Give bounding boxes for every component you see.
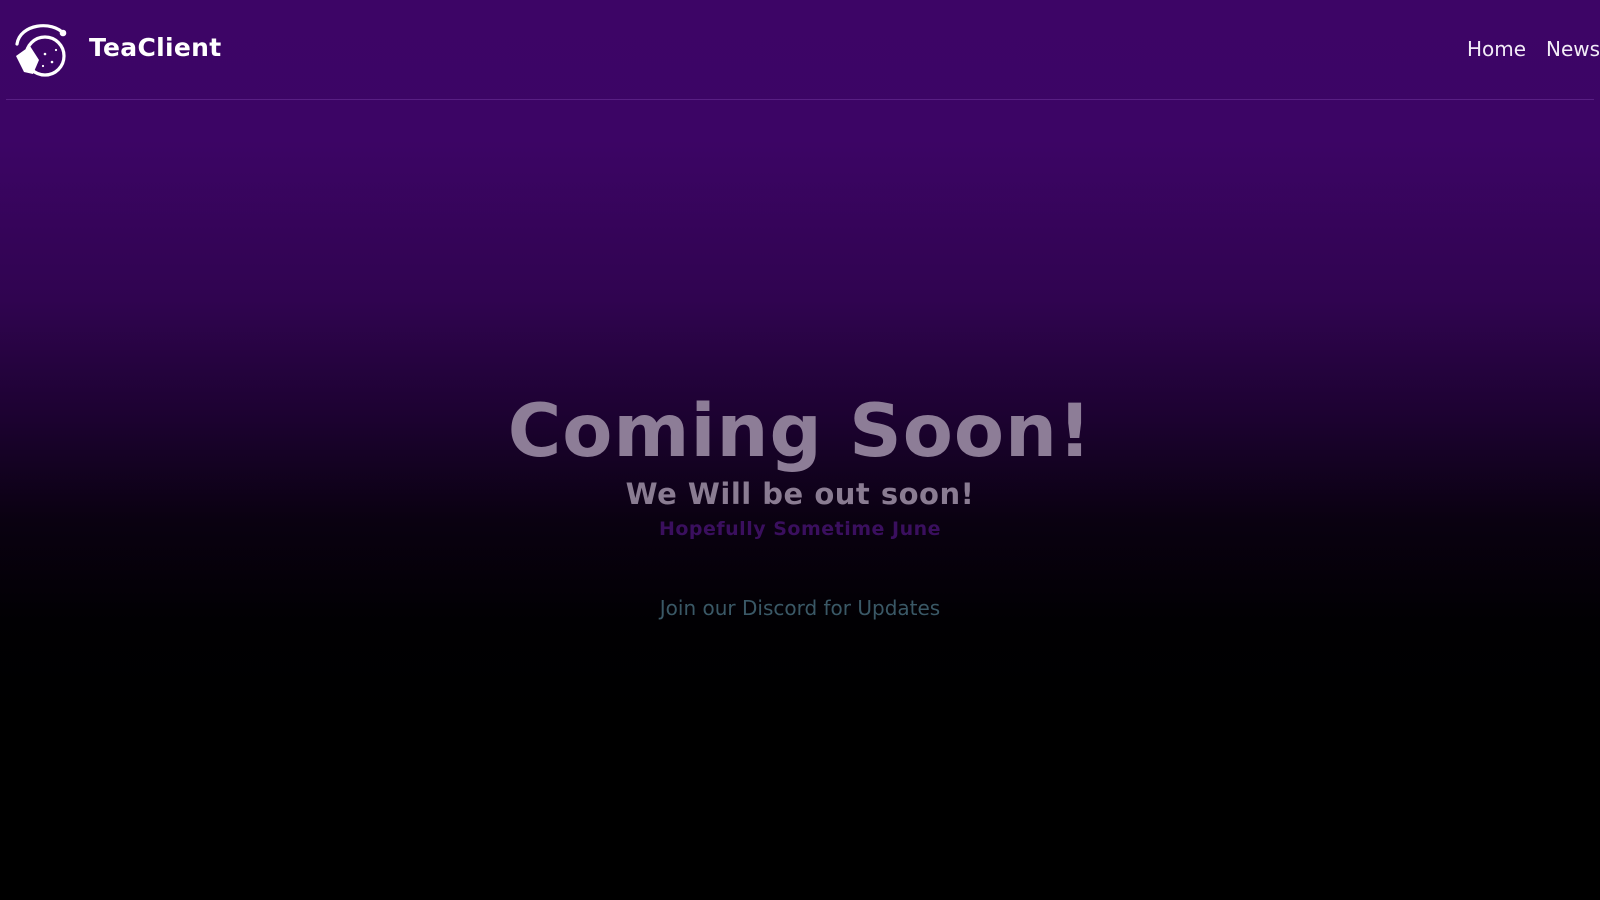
nav-home-link[interactable]: Home [1467, 37, 1526, 61]
release-note: Hopefully Sometime June [658, 518, 942, 540]
header-divider [6, 99, 1594, 100]
tea-cup-logo-icon [15, 24, 67, 77]
discord-link-container: Join our Discord for Updates [0, 595, 1600, 621]
discord-link[interactable]: Join our Discord for Updates [660, 596, 940, 620]
site-header: TeaClient Home News [0, 0, 1600, 100]
nav-news-link[interactable]: News [1546, 37, 1600, 61]
hero-title: Coming Soon! [507, 389, 1093, 474]
hero-subtitle: We Will be out soon! [625, 477, 975, 511]
brand-name[interactable]: TeaClient [89, 33, 221, 62]
